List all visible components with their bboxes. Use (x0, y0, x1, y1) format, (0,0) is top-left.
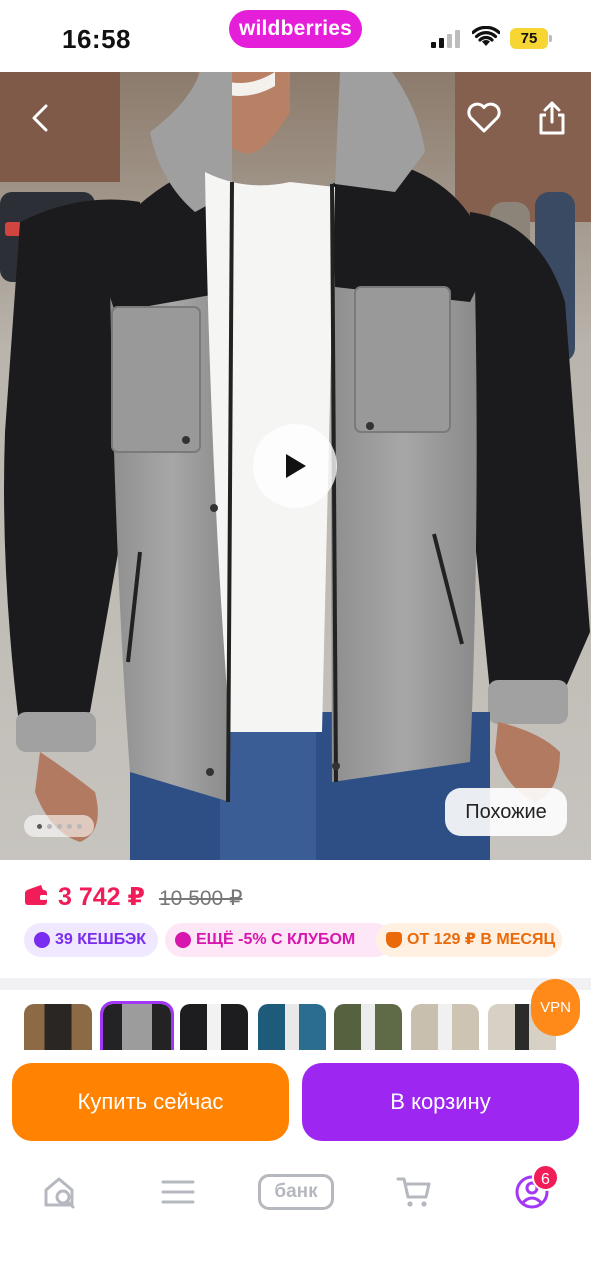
gallery-dot (56, 823, 62, 829)
similar-button[interactable]: Похожие (445, 788, 567, 836)
club-label: ЕЩЁ -5% С КЛУБОМ (196, 931, 356, 948)
battery-level: 75 (520, 30, 538, 47)
gallery-dot (66, 823, 72, 829)
home-search-icon (44, 1177, 75, 1209)
add-to-cart-button[interactable]: В корзину (302, 1063, 579, 1141)
price-block: 3 742 ₽ 10 500 ₽ 39 КЕШБЭК ЕЩЁ -5% С КЛУ… (0, 860, 591, 978)
play-icon (286, 454, 306, 478)
signal-icon (431, 30, 460, 48)
wifi-icon (472, 26, 500, 46)
cashback-icon (34, 932, 50, 948)
tab-catalog[interactable] (148, 1170, 208, 1214)
menu-icon (161, 1180, 195, 1204)
share-button[interactable] (530, 96, 574, 140)
product-photo[interactable]: Похожие (0, 72, 591, 860)
notification-count-badge: 6 (532, 1164, 559, 1191)
section-divider (0, 978, 591, 990)
vpn-badge[interactable]: VPN (531, 979, 580, 1036)
gallery-dot (46, 823, 52, 829)
tab-home[interactable] (30, 1170, 90, 1214)
buy-now-button[interactable]: Купить сейчас (12, 1063, 289, 1141)
gallery-dot (76, 823, 82, 829)
gallery-dot (36, 823, 42, 829)
brand-logo[interactable]: wildberries (229, 10, 362, 48)
status-bar: 16:58 wildberries 75 (0, 0, 591, 72)
cashback-badge[interactable]: 39 КЕШБЭК (24, 923, 158, 957)
play-video-button[interactable] (253, 424, 337, 508)
gallery-dots (24, 815, 94, 837)
bank-logo: банк (258, 1174, 334, 1210)
club-badge[interactable]: ЕЩЁ -5% С КЛУБОМ (165, 923, 392, 957)
back-button[interactable] (18, 96, 62, 140)
current-price: 3 742 ₽ (58, 883, 145, 911)
cashback-label: 39 КЕШБЭК (55, 931, 147, 948)
heart-icon (467, 102, 501, 133)
product-screen: 16:58 wildberries 75 Похожие 3 742 ₽ 10 … (0, 0, 591, 1280)
action-bar: Купить сейчас В корзину (0, 1050, 591, 1154)
battery-indicator: 75 (510, 28, 552, 49)
wallet-icon (25, 885, 47, 905)
status-time: 16:58 (62, 24, 131, 54)
tab-cart[interactable] (384, 1170, 444, 1214)
bottom-tab-bar: банк (0, 1154, 591, 1280)
shield-icon (386, 932, 402, 948)
cart-icon (396, 1177, 431, 1207)
favorite-button[interactable] (462, 96, 506, 140)
tab-bank[interactable]: банк (257, 1170, 335, 1214)
installment-badge[interactable]: ОТ 129 ₽ В МЕСЯЦ (376, 923, 562, 957)
club-icon (175, 932, 191, 948)
chevron-left-icon (32, 104, 48, 132)
installment-label: ОТ 129 ₽ В МЕСЯЦ (407, 931, 556, 948)
old-price: 10 500 ₽ (159, 887, 243, 910)
share-icon (539, 101, 565, 135)
